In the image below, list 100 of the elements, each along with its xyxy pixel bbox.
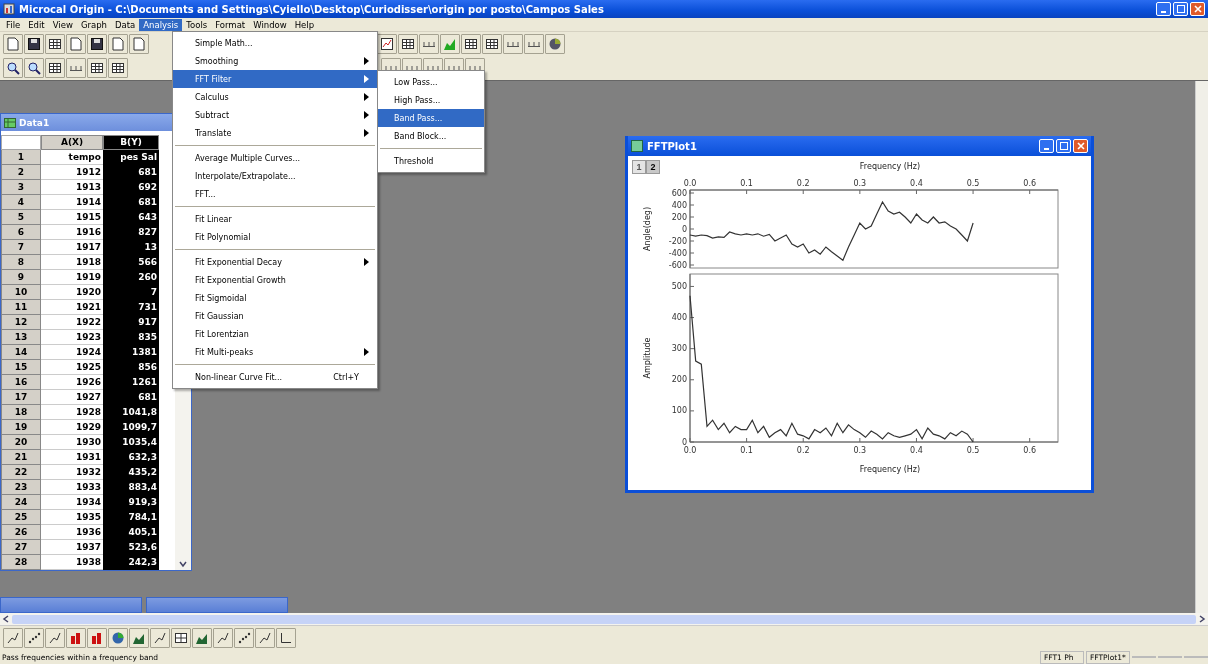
tick-label: 200 [671, 375, 687, 385]
menu-item[interactable]: Tools [182, 18, 212, 31]
row-header[interactable]: 23 [1, 480, 41, 495]
table-cell: pes Sal [103, 150, 159, 165]
axis-title: Amplitude [643, 337, 652, 379]
table-cell: 856 [103, 360, 159, 375]
menu-label: Fit Sigmoidal [195, 293, 247, 303]
menu-label: Fit Polynomial [195, 232, 251, 242]
table-cell: 835 [103, 330, 159, 345]
row-header[interactable]: 22 [1, 465, 41, 480]
row-header[interactable]: 7 [1, 240, 41, 255]
row-header[interactable]: 4 [1, 195, 41, 210]
tick-label: 200 [671, 212, 687, 222]
row-header[interactable]: 25 [1, 510, 41, 525]
menu-item[interactable]: Data [110, 18, 140, 31]
menu-item[interactable]: Fit Exponential Growth [173, 271, 377, 289]
tick-label: 0 [681, 224, 687, 234]
menu-item[interactable]: Fit Gaussian [173, 307, 377, 325]
row-header[interactable]: 2 [1, 165, 41, 180]
menu-item[interactable]: Edit [24, 18, 49, 31]
column-header[interactable]: A(X) [41, 135, 103, 150]
row-header[interactable]: 5 [1, 210, 41, 225]
menu-item[interactable]: High Pass... [378, 91, 484, 109]
row-header[interactable]: 18 [1, 405, 41, 420]
row-header[interactable]: 9 [1, 270, 41, 285]
column-header[interactable]: B(Y) [103, 135, 159, 150]
table-cell: 1261 [103, 375, 159, 390]
table-cell: 632,3 [103, 450, 159, 465]
table-cell: 681 [103, 165, 159, 180]
row-header[interactable]: 26 [1, 525, 41, 540]
menu-item[interactable]: Help [290, 18, 319, 31]
menu-item[interactable]: Window [249, 18, 291, 31]
row-header[interactable]: 6 [1, 225, 41, 240]
axis-title: Frequency (Hz) [859, 162, 921, 171]
menu-item[interactable]: Band Pass... [378, 109, 484, 127]
menu-item[interactable]: Smoothing [173, 52, 377, 70]
table-cell: 13 [103, 240, 159, 255]
row-header[interactable]: 19 [1, 420, 41, 435]
menu-label: FFT Filter [195, 74, 232, 84]
menu-label: Average Multiple Curves... [195, 153, 301, 163]
table-cell: 1035,4 [103, 435, 159, 450]
row-header[interactable]: 21 [1, 450, 41, 465]
row-header[interactable]: 1 [1, 150, 41, 165]
table-cell: 784,1 [103, 510, 159, 525]
tick-label: 0.5 [966, 446, 980, 455]
row-header[interactable]: 15 [1, 360, 41, 375]
menu-item[interactable]: Analysis [139, 18, 183, 31]
table-cell: 883,4 [103, 480, 159, 495]
menu-item[interactable]: Band Block... [378, 127, 484, 145]
menu-item[interactable]: Threshold [378, 152, 484, 170]
menu-label: Fit Linear [195, 214, 232, 224]
menu-item[interactable]: FFT Filter [173, 70, 377, 88]
row-header[interactable]: 3 [1, 180, 41, 195]
tick-label: 500 [671, 281, 687, 291]
menu-item[interactable]: Simple Math... [173, 34, 377, 52]
menu-item[interactable]: Fit Exponential Decay [173, 253, 377, 271]
menu-label: Fit Exponential Decay [195, 257, 282, 267]
menu-item[interactable]: Fit Polynomial [173, 228, 377, 246]
menu-item[interactable]: Graph [76, 18, 111, 31]
tick-label: 400 [671, 200, 687, 210]
tick-label: 0.6 [1023, 446, 1037, 455]
menu-item[interactable]: Subtract [173, 106, 377, 124]
menu-item[interactable]: View [48, 18, 77, 31]
menu-item[interactable]: Average Multiple Curves... [173, 149, 377, 167]
menu-item[interactable]: Fit Lorentzian [173, 325, 377, 343]
menu-label: Translate [195, 128, 232, 138]
menu-item[interactable]: Calculus [173, 88, 377, 106]
tick-label: -200 [668, 236, 687, 246]
tick-label: -600 [668, 260, 687, 270]
window-title: Microcal Origin - C:\Documents and Settings\Cyiello\Desktop\Curiodisser\origin por posto\Campos Sales [19, 3, 605, 15]
row-header[interactable]: 17 [1, 390, 41, 405]
tick-label: 0.0 [683, 446, 697, 455]
row-header[interactable]: 28 [1, 555, 41, 570]
row-header[interactable]: 12 [1, 315, 41, 330]
table-cell: 731 [103, 300, 159, 315]
menu-item[interactable]: Non-linear Curve Fit... Ctrl+Y [173, 368, 377, 386]
menu-label: Fit Multi-peaks [195, 347, 254, 357]
row-header[interactable]: 14 [1, 345, 41, 360]
row-header[interactable]: 20 [1, 435, 41, 450]
menu-item[interactable]: Interpolate/Extrapolate... [173, 167, 377, 185]
menu-item[interactable]: Format [211, 18, 250, 31]
layer-tab[interactable]: 2 [646, 160, 660, 174]
row-header[interactable]: 11 [1, 300, 41, 315]
row-header[interactable]: 8 [1, 255, 41, 270]
tick-label: 300 [671, 344, 687, 354]
menu-item[interactable]: Low Pass... [378, 73, 484, 91]
axis-title: Angle(deg) [643, 206, 652, 252]
layer-tab[interactable]: 1 [632, 160, 646, 174]
menu-item[interactable]: Translate [173, 124, 377, 142]
row-header[interactable]: 27 [1, 540, 41, 555]
row-header[interactable]: 13 [1, 330, 41, 345]
menu-item[interactable]: Fit Multi-peaks [173, 343, 377, 361]
menu-item[interactable]: Fit Sigmoidal [173, 289, 377, 307]
row-header[interactable]: 16 [1, 375, 41, 390]
menu-item[interactable]: FFT... [173, 185, 377, 203]
row-header[interactable]: 24 [1, 495, 41, 510]
menu-item[interactable]: Fit Linear [173, 210, 377, 228]
row-header[interactable]: 10 [1, 285, 41, 300]
menu-item[interactable]: File [2, 18, 25, 31]
tick-label: 100 [671, 406, 687, 416]
